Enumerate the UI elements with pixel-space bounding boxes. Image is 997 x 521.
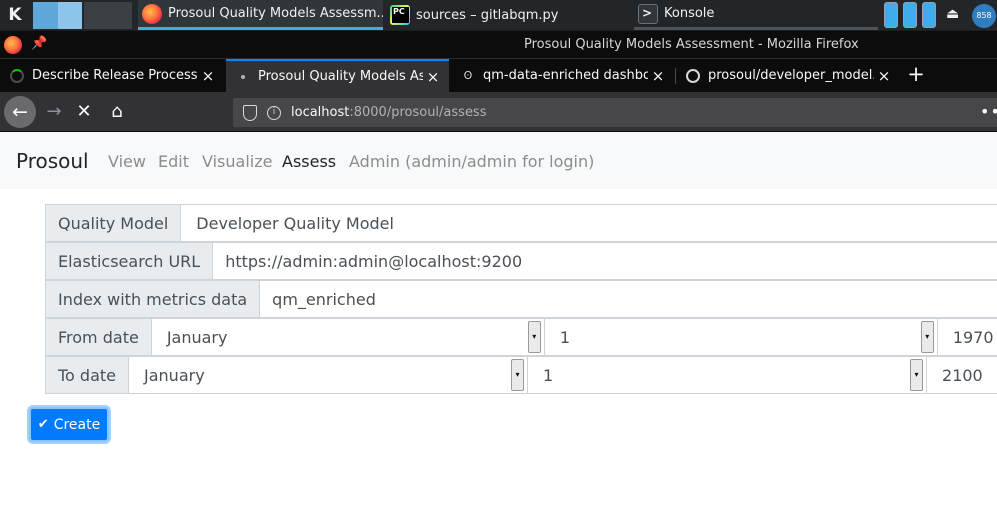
es-url-input[interactable]: https://admin:admin@localhost:9200 (213, 243, 997, 279)
task-firefox[interactable]: Prosoul Quality Models Assessm... (138, 0, 383, 30)
pin-icon[interactable]: 📌 (31, 36, 47, 51)
index-group: Index with metrics data qm_enriched (45, 280, 997, 318)
dropdown-arrow-icon[interactable]: ▾ (920, 321, 934, 353)
tab-describe-release[interactable]: Describe Release Process × (0, 59, 224, 92)
from-day-value: 1 (559, 327, 570, 347)
quality-model-group: Quality Model Developer Quality Model (45, 204, 997, 242)
tab-developer-model[interactable]: prosoul/developer_model. × (676, 59, 900, 92)
close-tab-icon[interactable]: × (423, 68, 443, 86)
konsole-icon (638, 3, 658, 24)
nav-view[interactable]: View (108, 152, 146, 171)
close-tab-icon[interactable]: × (198, 67, 218, 85)
back-button[interactable]: ← (4, 96, 36, 128)
tab-label: qm-data-enriched dashbo (483, 68, 648, 83)
es-url-label: Elasticsearch URL (46, 243, 214, 279)
app-navbar: Prosoul View Edit Visualize Assess Admin… (0, 132, 997, 189)
page-content: Prosoul View Edit Visualize Assess Admin… (0, 132, 997, 521)
tab-label: Describe Release Process (32, 68, 198, 83)
tab-label: Prosoul Quality Models As (258, 69, 423, 84)
site-info-icon[interactable]: i (267, 105, 281, 120)
tracking-shield-icon[interactable] (243, 104, 257, 121)
task-pycharm[interactable]: sources – gitlabqm.py (386, 0, 631, 30)
battery-icon[interactable] (884, 2, 898, 28)
brand-logo[interactable]: Prosoul (16, 149, 89, 173)
quality-model-input[interactable]: Developer Quality Model (181, 205, 997, 241)
stop-button[interactable]: ✕ (70, 98, 98, 126)
home-button[interactable]: ⌂ (103, 98, 131, 126)
tab-label: prosoul/developer_model. (708, 68, 874, 83)
es-url-group: Elasticsearch URL https://admin:admin@lo… (45, 242, 997, 280)
dropdown-arrow-icon[interactable]: ▾ (910, 359, 924, 391)
virtual-desktop-2[interactable] (84, 2, 132, 29)
tab-strip: Describe Release Process × Prosoul Quali… (0, 59, 997, 92)
task-konsole[interactable]: Konsole (634, 0, 878, 30)
nav-edit[interactable]: Edit (158, 152, 189, 171)
window-titlebar: 📌 Prosoul Quality Models Assessment - Mo… (0, 31, 997, 59)
firefox-icon (142, 3, 162, 24)
create-button-label: Create (53, 416, 101, 433)
from-day-select[interactable]: 1 ▾ (544, 319, 938, 355)
from-year-value: 1970 (952, 327, 994, 347)
close-tab-icon[interactable]: × (648, 67, 668, 85)
to-date-label: To date (46, 357, 130, 393)
tab-prosoul-assess[interactable]: Prosoul Quality Models As × (226, 59, 449, 92)
tab-qm-dashboard[interactable]: ʘ qm-data-enriched dashbo × (451, 59, 674, 92)
battery-icon[interactable] (903, 2, 917, 28)
new-tab-button[interactable]: + (905, 63, 927, 87)
to-day-value: 1 (543, 365, 554, 385)
to-date-group: To date January ▾ 1 ▾ 2100 (45, 356, 997, 394)
url-path: :8000/prosoul/assess (349, 105, 487, 120)
nav-admin[interactable]: Admin (admin/admin for login) (349, 152, 594, 171)
forward-button[interactable]: → (40, 98, 68, 126)
from-date-group: From date January ▾ 1 ▾ 1970 (45, 318, 997, 356)
kibana-icon: ʘ (463, 68, 473, 82)
task-label: sources – gitlabqm.py (416, 7, 559, 23)
dropdown-arrow-icon[interactable]: ▾ (511, 359, 525, 391)
quality-model-label: Quality Model (46, 205, 182, 241)
task-label: Prosoul Quality Models Assessm... (168, 6, 383, 21)
nav-assess[interactable]: Assess (282, 152, 336, 171)
to-year-value: 2100 (942, 365, 983, 385)
window-title: Prosoul Quality Models Assessment - Mozi… (524, 37, 859, 52)
kde-taskbar: K Prosoul Quality Models Assessm... sour… (0, 0, 997, 31)
navigation-toolbar: ← → ✕ ⌂ i localhost:8000/prosoul/assess … (0, 92, 997, 132)
to-month-value: January (144, 365, 205, 385)
from-date-label: From date (46, 319, 152, 355)
github-icon (686, 68, 700, 83)
to-day-select[interactable]: 1 ▾ (528, 357, 928, 393)
from-month-select[interactable]: January ▾ (151, 319, 545, 355)
virtual-desktop-1[interactable] (33, 2, 82, 29)
url-host: localhost (291, 105, 350, 120)
index-label: Index with metrics data (46, 281, 261, 317)
loading-icon (10, 68, 24, 83)
index-input[interactable]: qm_enriched (260, 281, 997, 317)
overflow-menu-icon[interactable]: ••• (980, 102, 997, 121)
from-month-value: January (166, 327, 228, 347)
close-tab-icon[interactable]: × (874, 67, 894, 85)
user-avatar[interactable]: 858 (972, 4, 996, 28)
usb-icon[interactable]: ⏏ (946, 6, 959, 24)
firefox-icon (4, 36, 22, 54)
pycharm-icon (390, 5, 410, 25)
page-dot-icon (236, 70, 250, 84)
from-year-select[interactable]: 1970 (937, 319, 997, 355)
task-label: Konsole (664, 6, 715, 21)
url-bar[interactable]: i localhost:8000/prosoul/assess (233, 98, 997, 127)
to-month-select[interactable]: January ▾ (129, 357, 529, 393)
battery-icon[interactable] (922, 2, 936, 28)
kde-launcher-icon[interactable]: K (4, 4, 26, 26)
dropdown-arrow-icon[interactable]: ▾ (527, 321, 541, 353)
to-year-select[interactable]: 2100 (927, 357, 997, 393)
check-icon: ✔ (37, 417, 49, 432)
create-button[interactable]: ✔ Create (29, 407, 109, 442)
nav-visualize[interactable]: Visualize (202, 152, 272, 171)
